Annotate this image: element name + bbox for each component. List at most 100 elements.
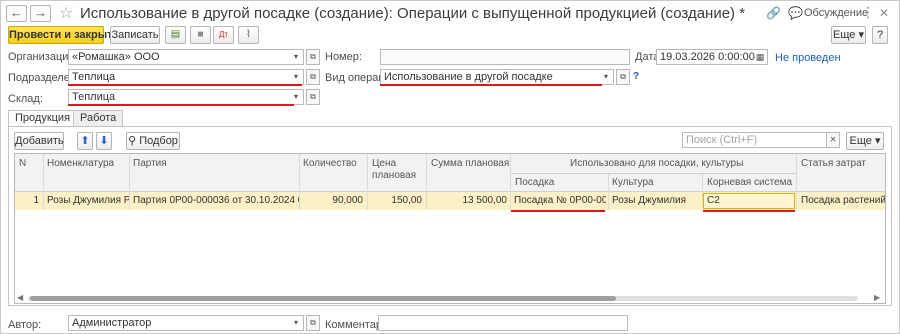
- move-down-icon[interactable]: ⬇: [96, 132, 112, 150]
- tab-work[interactable]: Работа: [73, 110, 124, 126]
- chat-icon[interactable]: 💬: [788, 6, 803, 20]
- pick-label: Подбор: [139, 135, 178, 147]
- pick-button[interactable]: ⚲ Подбор: [126, 132, 180, 150]
- col-planting[interactable]: Посадка: [515, 177, 554, 189]
- favorite-star-icon[interactable]: ☆: [59, 3, 73, 23]
- number-field[interactable]: [380, 49, 630, 65]
- magnifier-icon: ⚲: [128, 135, 137, 147]
- forward-arrow-icon[interactable]: →: [30, 5, 51, 22]
- col-divider: [43, 154, 44, 210]
- scroll-left-icon[interactable]: ◀: [17, 293, 23, 302]
- number-label: Номер:: [325, 51, 362, 63]
- table-more-label: Еще: [849, 135, 872, 147]
- window-title: Использование в другой посадке (создание…: [80, 5, 746, 22]
- add-button[interactable]: Добавить: [14, 132, 64, 150]
- menu-dots-icon[interactable]: ⋮: [861, 4, 875, 21]
- col-divider: [129, 154, 130, 210]
- optype-field[interactable]: Использование в другой посадке ▾: [380, 69, 614, 85]
- col-divider: [510, 154, 511, 210]
- highlight-underline: [703, 210, 795, 212]
- search-input[interactable]: Поиск (Ctrl+F): [682, 132, 827, 148]
- header-divider: [511, 173, 796, 174]
- dropdown-icon[interactable]: ▾: [289, 90, 303, 104]
- author-label: Автор:: [8, 319, 42, 331]
- post-icon[interactable]: ▤: [165, 26, 186, 44]
- col-batch[interactable]: Партия: [133, 158, 167, 170]
- more-label: Еще: [833, 29, 856, 41]
- cell-n: 1: [33, 195, 39, 206]
- table-row[interactable]: 1 Розы Джумилия Р... Партия 0Р00-000036 …: [15, 192, 885, 210]
- col-divider: [702, 174, 703, 210]
- scroll-right-icon[interactable]: ▶: [874, 293, 880, 302]
- col-sum[interactable]: Сумма плановая: [431, 158, 509, 170]
- document-icon[interactable]: ■: [190, 26, 211, 44]
- cell-culture: Розы Джумилия: [612, 195, 686, 206]
- cell-qty: 90,000: [332, 195, 363, 206]
- org-value: «Ромашка» ООО: [72, 51, 160, 63]
- col-culture[interactable]: Культура: [612, 177, 654, 189]
- col-nomenclature[interactable]: Номенклатура: [47, 158, 114, 170]
- tab-products[interactable]: Продукция: [8, 110, 78, 127]
- title-bar: ← → ☆ Использование в другой посадке (со…: [0, 0, 900, 28]
- open-icon[interactable]: ⧉: [616, 69, 630, 85]
- col-divider: [367, 154, 368, 210]
- table-more-button[interactable]: Еще ▾: [846, 132, 884, 150]
- col-price[interactable]: Цена плановая: [372, 158, 424, 182]
- dept-value: Теплица: [72, 71, 116, 83]
- calendar-icon[interactable]: ▦: [753, 50, 767, 64]
- dept-field[interactable]: Теплица ▾: [68, 69, 304, 85]
- post-and-close-button[interactable]: Провести и закрыть: [8, 26, 119, 44]
- clear-search-icon[interactable]: ✕: [826, 132, 840, 148]
- org-field[interactable]: «Ромашка» ООО ▾: [68, 49, 304, 65]
- accounting-entries-icon[interactable]: Дт: [213, 26, 234, 44]
- warehouse-field[interactable]: Теплица ▾: [68, 89, 304, 105]
- open-icon[interactable]: ⧉: [306, 89, 320, 105]
- highlight-underline: [68, 84, 302, 86]
- date-value: 19.03.2026 0:00:00: [660, 51, 755, 63]
- highlight-underline: [380, 84, 602, 86]
- close-icon[interactable]: ✕: [879, 6, 889, 20]
- more-button[interactable]: Еще ▾: [831, 26, 866, 44]
- link-icon[interactable]: 🔗: [766, 6, 781, 20]
- horizontal-scrollbar[interactable]: ◀ ▶: [14, 293, 886, 304]
- cell-batch: Партия 0Р00-000036 от 30.10.2024 0:00:00: [133, 195, 299, 206]
- cell-sum: 13 500,00: [462, 195, 508, 206]
- dropdown-icon[interactable]: ▾: [599, 70, 613, 84]
- dropdown-icon[interactable]: ▾: [289, 50, 303, 64]
- col-qty[interactable]: Количество: [303, 158, 357, 170]
- col-divider: [299, 154, 300, 210]
- cell-root: С2: [707, 195, 720, 206]
- products-table[interactable]: N Номенклатура Партия Количество Цена пл…: [14, 153, 886, 304]
- org-label: Организация:: [8, 51, 78, 63]
- author-field[interactable]: Администратор ▾: [68, 315, 304, 331]
- help-button[interactable]: ?: [872, 26, 888, 44]
- move-up-icon[interactable]: ⬆: [77, 132, 93, 150]
- warehouse-value: Теплица: [72, 91, 116, 103]
- date-field[interactable]: 19.03.2026 0:00:00 ▦: [656, 49, 768, 65]
- comment-field[interactable]: [378, 315, 628, 331]
- col-divider: [608, 174, 609, 210]
- cell-price: 150,00: [391, 195, 422, 206]
- save-button[interactable]: Записать: [110, 26, 160, 44]
- col-divider: [796, 154, 797, 210]
- open-icon[interactable]: ⧉: [306, 315, 320, 331]
- col-used-group: Использовано для посадки, культуры: [570, 158, 744, 169]
- col-n[interactable]: N: [19, 158, 26, 170]
- status-badge: Не проведен: [775, 52, 841, 64]
- optype-value: Использование в другой посадке: [384, 71, 553, 83]
- back-arrow-icon[interactable]: ←: [6, 5, 27, 22]
- cell-planting: Посадка № 0Р00-00...: [514, 195, 606, 206]
- discuss-link[interactable]: Обсуждение: [804, 7, 868, 19]
- col-cost-item[interactable]: Статья затрат: [801, 158, 866, 170]
- col-root[interactable]: Корневая система: [707, 177, 792, 189]
- dropdown-icon[interactable]: ▾: [289, 70, 303, 84]
- open-icon[interactable]: ⧉: [306, 49, 320, 65]
- attachment-icon[interactable]: ⌇: [238, 26, 259, 44]
- help-icon[interactable]: ?: [633, 71, 639, 82]
- dropdown-icon[interactable]: ▾: [289, 316, 303, 330]
- cell-cost-item: Посадка растений: [801, 195, 885, 206]
- open-icon[interactable]: ⧉: [306, 69, 320, 85]
- scroll-thumb[interactable]: [30, 296, 616, 301]
- author-value: Администратор: [72, 317, 152, 329]
- search-placeholder: Поиск (Ctrl+F): [686, 134, 758, 146]
